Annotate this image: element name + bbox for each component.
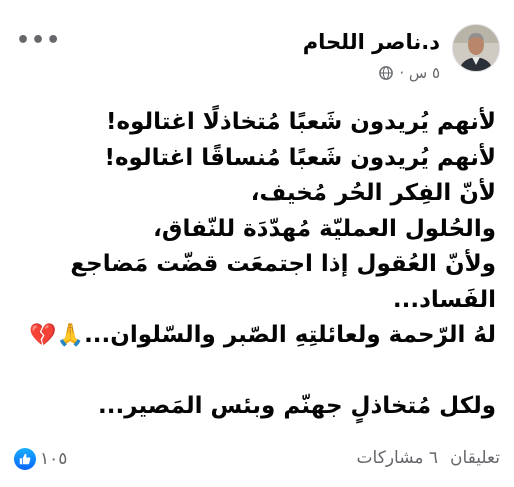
post-text-line: ولأنّ العُقول إذا اجتمعَت قضّت مَضاجع [18, 247, 496, 283]
post-card: د.ناصر اللحام ٥ س · ••• لأنهم يُريدون شَ… [0, 0, 514, 487]
post-text: لأنهم يُريدون شَعبًا مُتخاذلًا اغتالوه! [106, 109, 496, 135]
post-text-line: والحُلول العمليّة مُهدّدَة للنّفاق، [18, 212, 496, 248]
post-text-line: لأنهم يُريدون شَعبًا مُتخاذلًا اغتالوه! [18, 105, 496, 141]
post-text-line: لهُ الرّحمة ولعائلتِهِ الصّبر والسّلوان.… [18, 318, 496, 354]
post-text: لأنّ الفِكر الحُر مُخيف، [250, 180, 496, 206]
post-text-line: لأنهم يُريدون شَعبًا مُنساقًا اغتالوه! [18, 141, 496, 177]
author-avatar[interactable] [452, 24, 500, 72]
post-body: لأنهم يُريدون شَعبًا مُتخاذلًا اغتالوه! ل… [18, 105, 496, 424]
engagement-counts: تعليقان ٦ مشاركات [357, 448, 500, 468]
reaction-count: ١٠٥ [40, 449, 68, 469]
post-text: الفَساد... [392, 286, 496, 313]
post-text: لهُ الرّحمة ولعائلتِهِ الصّبر والسّلوان.… [84, 322, 496, 348]
post-text: لأنهم يُريدون شَعبًا مُنساقًا اغتالوه! [104, 144, 496, 171]
post-text-line: الفَساد... [18, 283, 496, 319]
post-header: د.ناصر اللحام ٥ س · ••• [14, 24, 500, 84]
comments-count[interactable]: تعليقان [450, 448, 500, 468]
post-text: والحُلول العمليّة مُهدّدَة للنّفاق، [153, 215, 496, 242]
post-text: ولأنّ العُقول إذا اجتمعَت قضّت مَضاجع [70, 251, 496, 277]
emoji-pray-broken-heart: 🙏💔 [29, 323, 85, 348]
shares-count[interactable]: ٦ مشاركات [357, 448, 438, 468]
post-text-line: ولكل مُتخاذلٍ جهنّم وبئس المَصير... [18, 389, 496, 425]
globe-icon [379, 66, 394, 80]
post-footer: ١٠٥ تعليقان ٦ مشاركات [14, 446, 500, 476]
like-icon [14, 448, 36, 470]
post-time[interactable]: ٥ س · [399, 64, 440, 82]
post-meta: ٥ س · [379, 64, 440, 82]
more-options-icon[interactable]: ••• [16, 28, 61, 53]
post-text: ولكل مُتخاذلٍ جهنّم وبئس المَصير... [98, 392, 496, 419]
post-text-line: لأنّ الفِكر الحُر مُخيف، [18, 176, 496, 212]
author-name[interactable]: د.ناصر اللحام [303, 30, 440, 54]
reactions-summary[interactable]: ١٠٥ [14, 448, 67, 470]
